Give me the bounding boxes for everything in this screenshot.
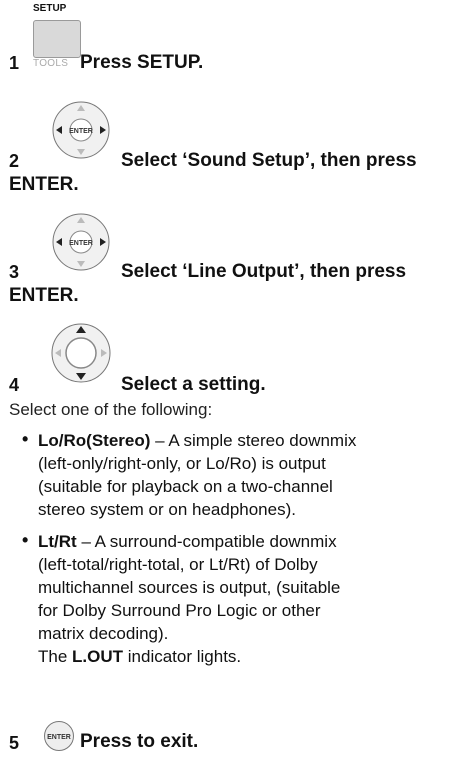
step-number: 4 (9, 375, 20, 395)
list-item: • Lt/Rt – A surround-compatible downmix … (22, 530, 462, 668)
tools-key-label: TOOLS (33, 58, 69, 69)
enter-label: ENTER (47, 734, 71, 741)
step-instruction: Press to exit. (80, 731, 199, 752)
step-number: 3 (9, 262, 20, 282)
list-item: • Lo/Ro(Stereo) – A simple stereo downmi… (22, 429, 357, 519)
direction-pad-enter-icon: ENTER (52, 213, 110, 271)
step-instruction: Select a setting. (121, 374, 266, 395)
option-term: Lt/Rt (38, 532, 77, 551)
direction-pad-enter-icon: ENTER (52, 101, 110, 159)
bullet: • (22, 530, 29, 550)
step-number: 5 (9, 733, 20, 753)
step-instruction-continued: ENTER. (9, 174, 79, 195)
step-number: 1 (9, 53, 20, 73)
step-instruction: Select ‘Sound Setup’, then press (121, 150, 417, 171)
step-instruction-continued: ENTER. (9, 285, 79, 306)
enter-label: ENTER (69, 128, 93, 135)
indicator-note: The L.OUT indicator lights. (38, 647, 242, 666)
setup-key-icon (33, 20, 81, 58)
bullet: • (22, 429, 29, 449)
step-instruction: Press SETUP. (80, 52, 204, 73)
step-number: 2 (9, 151, 20, 171)
enter-button-icon: ENTER (44, 721, 74, 751)
options-intro: Select one of the following: (9, 400, 213, 419)
enter-label: ENTER (69, 240, 93, 247)
direction-pad-updown-icon (51, 323, 111, 383)
setup-key-label: SETUP (33, 3, 67, 14)
option-term: Lo/Ro(Stereo) (38, 431, 151, 450)
step-instruction: Select ‘Line Output’, then press (121, 261, 407, 282)
